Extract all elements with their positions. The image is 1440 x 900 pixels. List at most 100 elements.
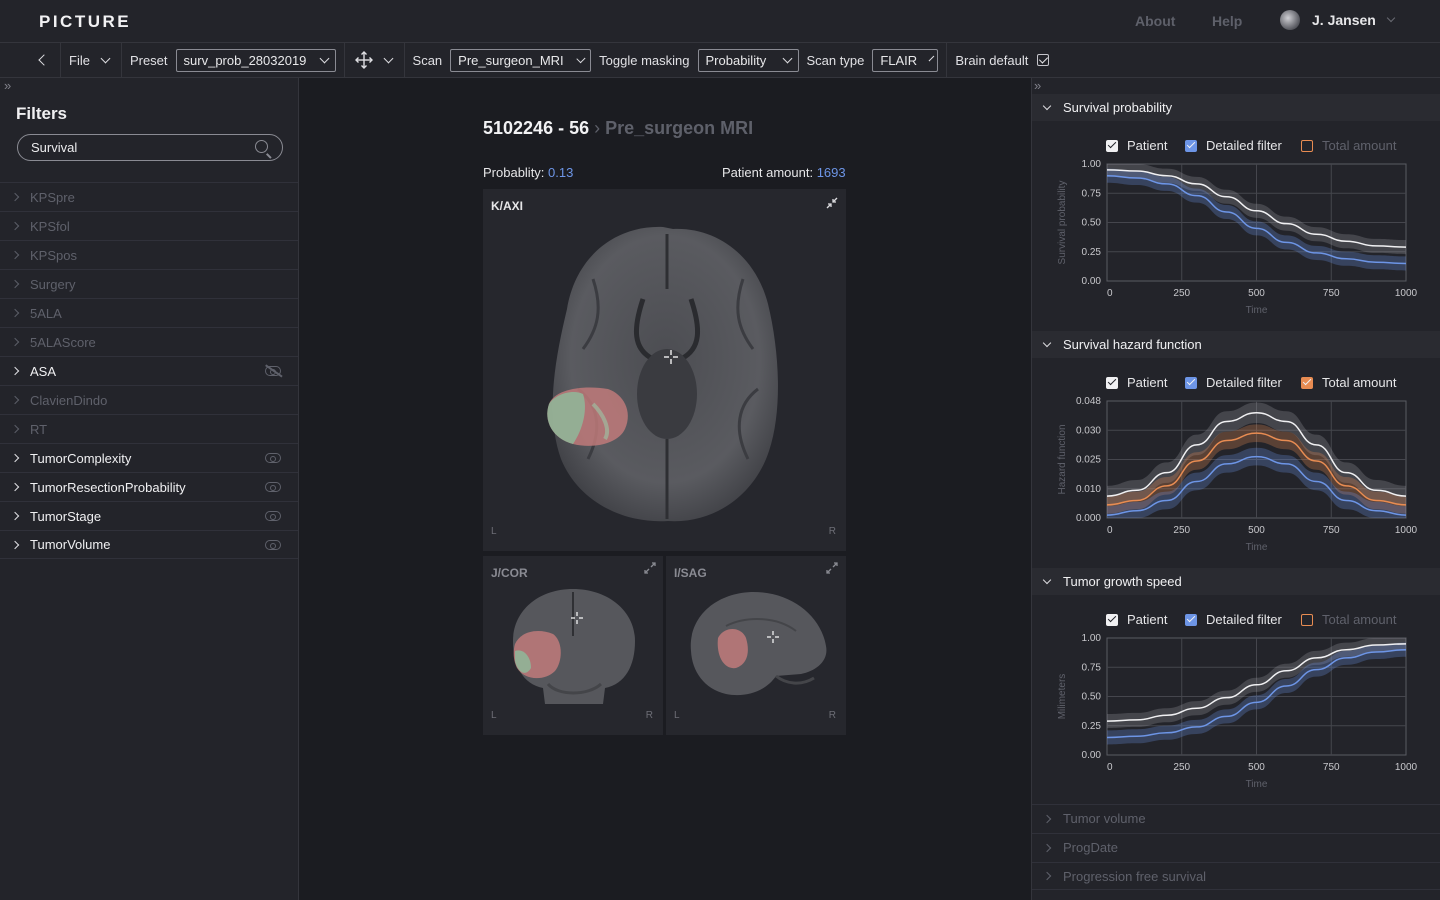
sagittal-brain-image <box>690 591 827 696</box>
section-title: Progression free survival <box>1063 868 1207 884</box>
chevron-down-icon <box>319 53 329 63</box>
y-tick-label: 0.00 <box>1082 276 1102 287</box>
filter-item[interactable]: TumorComplexity <box>0 443 298 472</box>
chevron-down-icon <box>1042 575 1052 584</box>
x-tick-label: 500 <box>1248 288 1265 299</box>
move-tool-button[interactable] <box>354 51 373 69</box>
coronal-brain-image <box>513 589 635 704</box>
filter-item[interactable]: RT <box>0 414 298 443</box>
chevron-right-icon <box>10 221 20 231</box>
viewer-left-marker: L <box>491 526 497 537</box>
breadcrumb-separator: › <box>594 118 606 138</box>
filter-item-label: Surgery <box>30 276 76 292</box>
filters-title: Filters <box>16 104 68 123</box>
axial-brain-image <box>547 226 778 522</box>
search-icon[interactable] <box>255 140 268 153</box>
filter-item-label: 5ALA <box>30 305 62 321</box>
survival-probability-chart: Patient Detailed filter Total amount 0 250 50… <box>1032 128 1440 318</box>
file-menu[interactable]: File <box>69 53 90 68</box>
probability-label: Probablity: <box>483 165 545 180</box>
x-tick-label: 1000 <box>1395 762 1418 773</box>
y-tick-label: 0.010 <box>1076 484 1101 495</box>
x-tick-label: 250 <box>1173 288 1190 299</box>
eye-icon[interactable] <box>265 511 281 521</box>
probability-value: 0.13 <box>548 165 574 180</box>
section-tumor-growth[interactable]: Tumor growth speed <box>1032 568 1440 595</box>
preset-select[interactable]: surv_prob_28032019 <box>175 48 336 72</box>
nav-about[interactable]: About <box>1135 13 1175 29</box>
section-survival-hazard[interactable]: Survival hazard function <box>1032 331 1440 358</box>
nav-help[interactable]: Help <box>1212 13 1242 29</box>
move-icon <box>354 51 373 69</box>
toolbar: File Preset surv_prob_28032019 Scan Pre_… <box>0 42 1440 78</box>
y-axis-label: Hazard function <box>1057 424 1068 494</box>
move-dropdown-chevron-icon[interactable] <box>383 53 393 63</box>
scantype-label: Scan type <box>806 52 865 68</box>
brain-default-label: Brain default <box>955 52 1029 68</box>
filter-item[interactable]: ASA <box>0 356 298 385</box>
section-title: Tumor volume <box>1063 811 1146 826</box>
filter-item[interactable]: TumorResectionProbability <box>0 472 298 501</box>
x-tick-label: 0 <box>1107 762 1113 773</box>
y-tick-label: 1.00 <box>1082 159 1102 170</box>
chevron-right-icon <box>10 511 20 521</box>
preset-value: surv_prob_28032019 <box>183 52 307 68</box>
search-input[interactable] <box>31 140 241 155</box>
filter-item-label: KPSpos <box>30 247 77 263</box>
section-title: Survival probability <box>1063 100 1173 115</box>
x-axis-label: Time <box>1246 542 1268 553</box>
section-progdate[interactable]: ProgDate <box>1032 833 1440 861</box>
section-title: ProgDate <box>1063 840 1118 855</box>
filter-item[interactable]: ClavienDindo <box>0 385 298 414</box>
filter-item[interactable]: Surgery <box>0 269 298 298</box>
y-tick-label: 0.048 <box>1076 396 1101 407</box>
back-button[interactable] <box>30 54 58 66</box>
filter-list: KPSpre KPSfol KPSpos Surgery 5ALA 5ALAScore AS… <box>0 182 298 559</box>
y-tick-label: 1.00 <box>1082 633 1102 644</box>
filter-item[interactable]: TumorVolume <box>0 530 298 559</box>
section-survival-probability[interactable]: Survival probability <box>1032 94 1440 121</box>
x-tick-label: 1000 <box>1395 288 1418 299</box>
case-id: 5102246 - 56 <box>483 118 590 138</box>
chevron-right-icon <box>10 337 20 347</box>
filter-item[interactable]: KPSpre <box>0 182 298 211</box>
collapse-panel-icon[interactable]: » <box>1034 78 1041 93</box>
brain-default-checkbox[interactable] <box>1037 54 1050 66</box>
filter-item[interactable]: KPSfol <box>0 211 298 240</box>
axial-viewer[interactable]: K/AXI L R <box>483 189 846 551</box>
chevron-right-icon <box>10 192 20 202</box>
eye-icon[interactable] <box>265 482 281 492</box>
eye-icon[interactable] <box>265 453 281 463</box>
filter-item[interactable]: KPSpos <box>0 240 298 269</box>
scan-select[interactable]: Pre_surgeon_MRI <box>450 48 592 72</box>
y-axis-label: Milimeters <box>1057 674 1068 720</box>
filter-item[interactable]: 5ALA <box>0 298 298 327</box>
filter-item-label: KPSpre <box>30 189 75 205</box>
chevron-down-icon <box>928 55 935 61</box>
section-progression-free-survival[interactable]: Progression free survival <box>1032 862 1440 890</box>
eye-off-icon[interactable] <box>265 366 281 376</box>
user-name: J. Jansen <box>1312 12 1376 28</box>
viewer-right-marker: R <box>828 710 836 721</box>
filter-search[interactable] <box>17 134 283 161</box>
case-scan: Pre_surgeon MRI <box>605 118 754 138</box>
collapse-panel-icon[interactable]: » <box>4 78 11 93</box>
section-tumor-volume[interactable]: Tumor volume <box>1032 804 1440 832</box>
scantype-select[interactable]: FLAIR <box>872 48 939 72</box>
user-menu[interactable]: J. Jansen <box>1280 10 1396 30</box>
filter-item-label: ClavienDindo <box>30 392 108 408</box>
filter-item[interactable]: TumorStage <box>0 501 298 530</box>
sagittal-viewer[interactable]: I/SAG L R <box>666 556 846 735</box>
eye-icon[interactable] <box>265 540 281 550</box>
chevron-right-icon <box>10 250 20 260</box>
app-logo[interactable]: PICTURE <box>39 12 131 32</box>
x-tick-label: 1000 <box>1395 525 1418 536</box>
file-dropdown-chevron-icon[interactable] <box>100 53 111 63</box>
masking-select[interactable]: Probability <box>697 48 799 72</box>
filter-item[interactable]: 5ALAScore <box>0 327 298 356</box>
masking-value: Probability <box>705 52 767 68</box>
chevron-right-icon <box>10 395 20 405</box>
x-tick-label: 0 <box>1107 525 1113 536</box>
coronal-viewer[interactable]: J/COR L R <box>483 556 663 735</box>
viewer-right-marker: R <box>828 526 836 537</box>
